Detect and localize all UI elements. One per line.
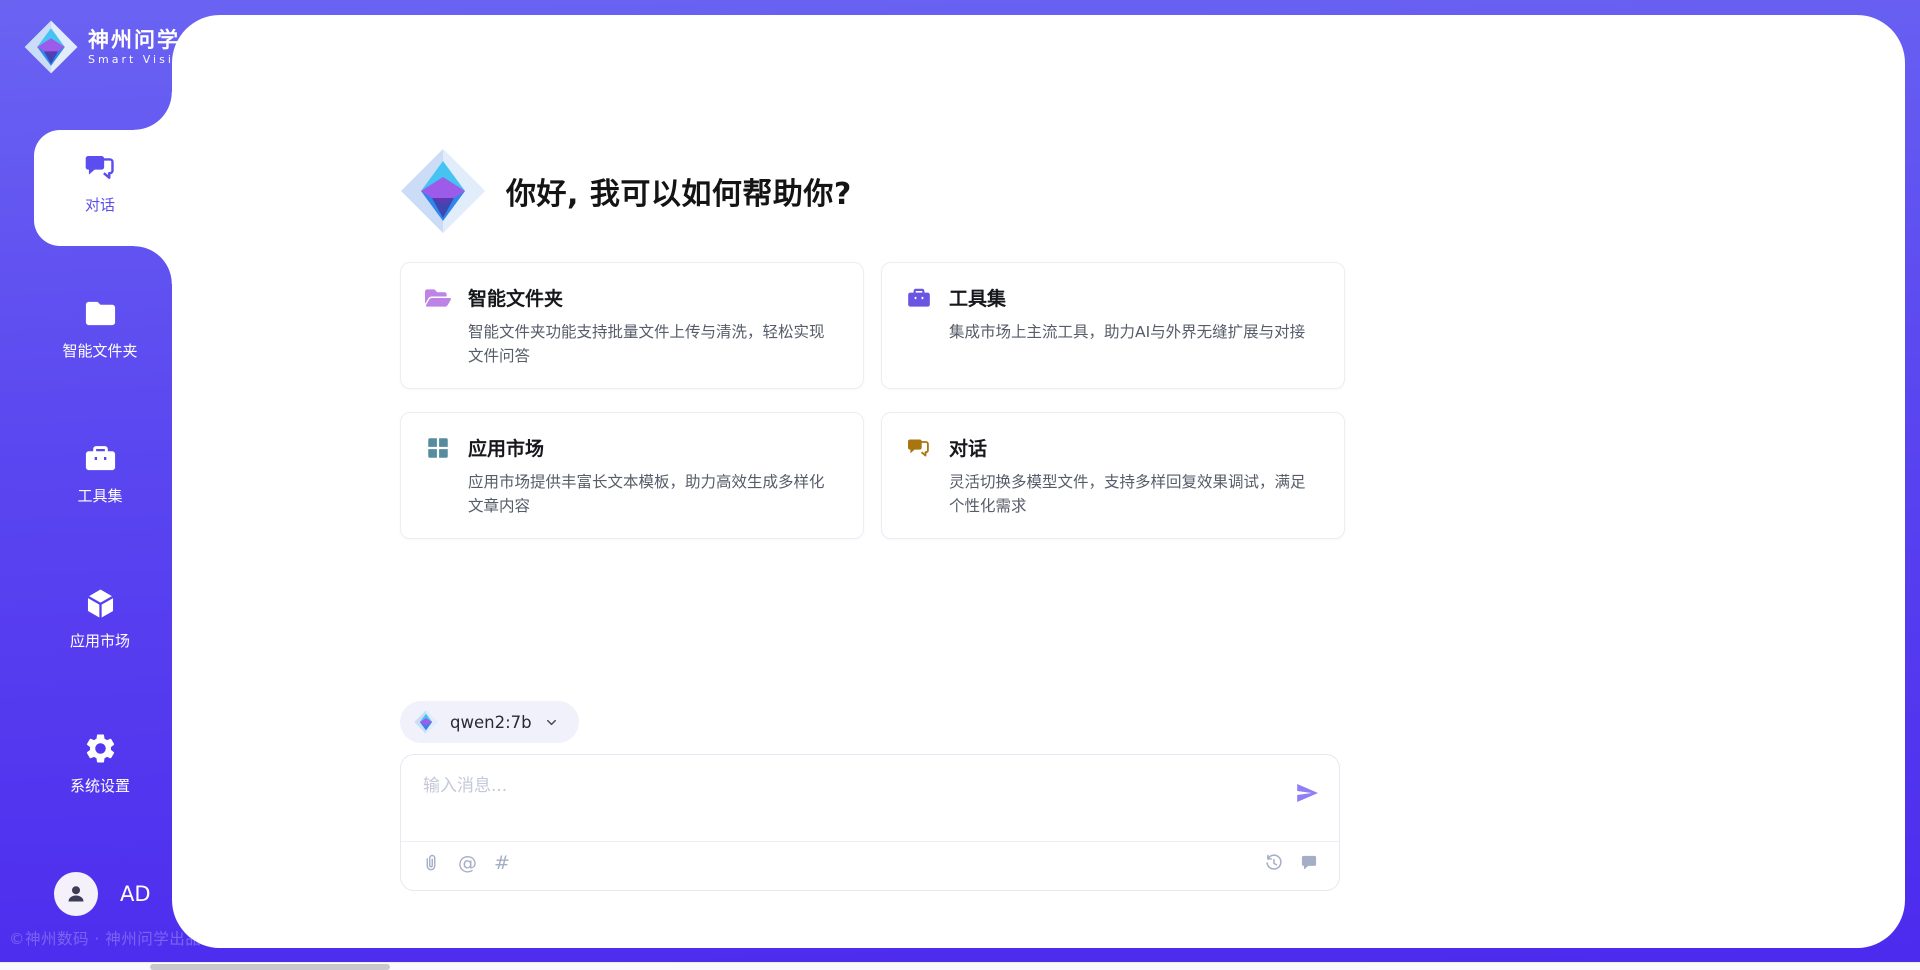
model-name: qwen2:7b xyxy=(450,713,532,732)
feature-cards: 智能文件夹 智能文件夹功能支持批量文件上传与清洗，轻松实现文件问答 工具集 集成… xyxy=(400,262,1348,539)
app-title: 神州问学 xyxy=(88,28,194,52)
message-composer: @ # xyxy=(400,754,1340,891)
user-label: AD xyxy=(120,882,151,906)
message-input[interactable] xyxy=(423,771,1273,833)
chat-icon xyxy=(906,435,932,461)
greeting-block: 你好, 我可以如何帮助你? xyxy=(400,148,852,234)
sidebar-item-smart-folder[interactable]: 智能文件夹 xyxy=(22,296,178,361)
card-description: 集成市场上主流工具，助力AI与外界无缝扩展与对接 xyxy=(949,320,1320,344)
toolbox-icon xyxy=(83,441,118,476)
sidebar-item-app-market[interactable]: 应用市场 xyxy=(22,586,178,651)
attachment-icon[interactable] xyxy=(421,853,441,873)
horizontal-scrollbar[interactable] xyxy=(0,962,1920,970)
hashtag-icon[interactable]: # xyxy=(494,854,510,873)
brand-diamond-icon xyxy=(400,148,486,234)
sidebar-item-label: 应用市场 xyxy=(70,630,130,651)
card-title: 对话 xyxy=(949,434,987,461)
card-description: 灵活切换多模型文件，支持多样回复效果调试，满足个性化需求 xyxy=(949,470,1320,518)
card-title: 应用市场 xyxy=(468,434,544,461)
toolbox-icon xyxy=(906,285,932,311)
person-icon xyxy=(64,882,88,906)
model-selector[interactable]: qwen2:7b xyxy=(400,701,579,743)
folder-icon xyxy=(83,296,118,331)
card-app-market[interactable]: 应用市场 应用市场提供丰富长文本模板，助力高效生成多样化文章内容 xyxy=(400,412,864,539)
mention-icon[interactable]: @ xyxy=(458,854,477,873)
avatar xyxy=(54,872,98,916)
brand-diamond-icon xyxy=(414,710,438,734)
card-title: 工具集 xyxy=(949,284,1006,311)
card-chat[interactable]: 对话 灵活切换多模型文件，支持多样回复效果调试，满足个性化需求 xyxy=(881,412,1345,539)
sidebar-item-label: 智能文件夹 xyxy=(62,340,137,361)
app-logo: 神州问学 Smart Vision xyxy=(24,20,194,74)
gear-icon xyxy=(83,731,118,766)
history-icon[interactable] xyxy=(1264,853,1284,873)
send-icon[interactable] xyxy=(1295,781,1319,805)
folder-open-icon xyxy=(425,285,451,311)
chevron-down-icon xyxy=(544,715,559,730)
card-toolset[interactable]: 工具集 集成市场上主流工具，助力AI与外界无缝扩展与对接 xyxy=(881,262,1345,389)
chat-bubble-icon[interactable] xyxy=(1299,853,1319,873)
app-subtitle: Smart Vision xyxy=(88,53,194,66)
sidebar-item-label: 工具集 xyxy=(77,485,122,506)
sidebar-item-settings[interactable]: 系统设置 xyxy=(22,731,178,796)
chat-icon xyxy=(83,150,118,185)
sidebar-item-chat[interactable]: 对话 xyxy=(22,150,178,215)
cube-icon xyxy=(83,586,118,621)
composer-divider xyxy=(401,841,1339,842)
sidebar-item-toolset[interactable]: 工具集 xyxy=(22,441,178,506)
grid-icon xyxy=(425,435,451,461)
card-description: 应用市场提供丰富长文本模板，助力高效生成多样化文章内容 xyxy=(468,470,839,518)
user-account[interactable]: AD xyxy=(54,872,151,916)
card-description: 智能文件夹功能支持批量文件上传与清洗，轻松实现文件问答 xyxy=(468,320,839,368)
sidebar-item-label: 系统设置 xyxy=(70,775,130,796)
card-title: 智能文件夹 xyxy=(468,284,563,311)
greeting-text: 你好, 我可以如何帮助你? xyxy=(506,169,852,213)
brand-diamond-icon xyxy=(24,20,78,74)
sidebar-item-label: 对话 xyxy=(85,194,115,215)
card-smart-folder[interactable]: 智能文件夹 智能文件夹功能支持批量文件上传与清洗，轻松实现文件问答 xyxy=(400,262,864,389)
scrollbar-thumb[interactable] xyxy=(150,964,390,970)
copyright-footer: ©神州数码 · 神州问学出品 xyxy=(9,927,201,949)
